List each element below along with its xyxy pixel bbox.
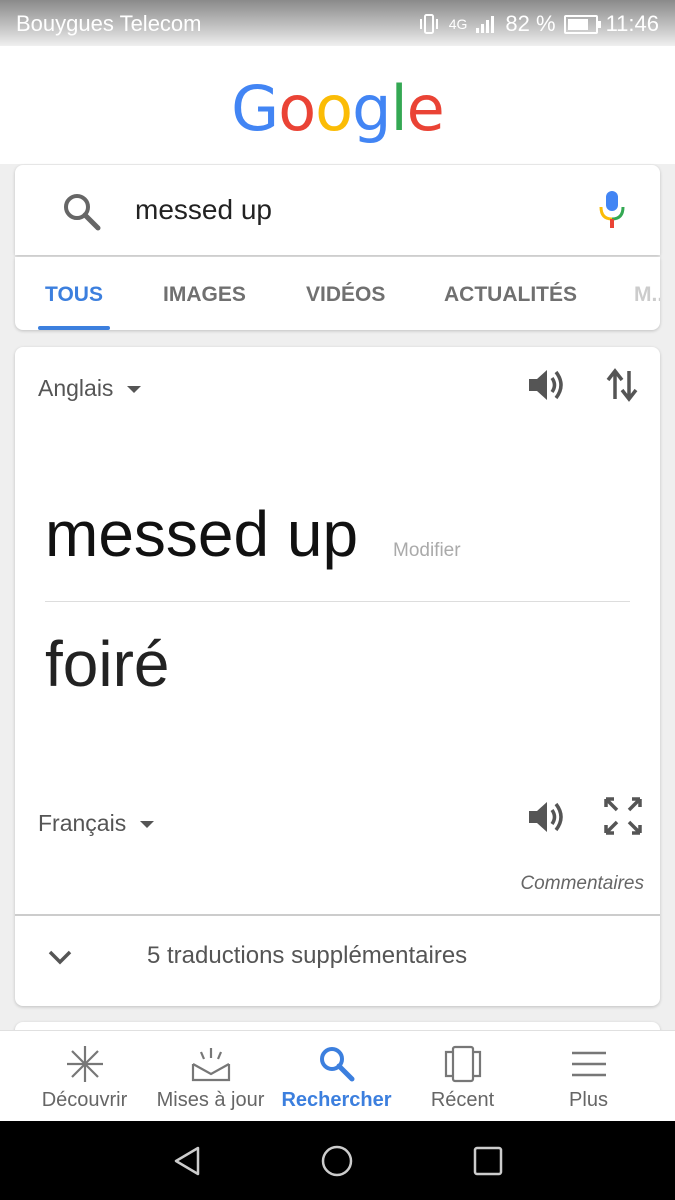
nav-label: Plus	[569, 1089, 608, 1111]
tab-all[interactable]: TOUS	[45, 283, 103, 307]
speaker-icon[interactable]	[525, 797, 569, 837]
nav-more[interactable]: Plus	[521, 1031, 656, 1122]
source-language-label: Anglais	[38, 375, 114, 401]
nav-recent[interactable]: Récent	[395, 1031, 530, 1122]
nav-label: Mises à jour	[156, 1089, 265, 1111]
signal-icon	[476, 16, 495, 33]
logo-letter: g	[352, 72, 391, 145]
status-indicators: 4G 82 % 11:46	[417, 11, 659, 37]
fullscreen-icon[interactable]	[603, 796, 643, 836]
menu-icon	[571, 1051, 606, 1077]
recent-icon	[444, 1045, 481, 1083]
target-language-select[interactable]: Français	[38, 810, 155, 837]
search-tabs: TOUS IMAGES VIDÉOS ACTUALITÉS M...	[15, 257, 660, 330]
recent-apps-icon[interactable]	[470, 1143, 506, 1179]
vibrate-icon	[419, 14, 438, 34]
battery-icon	[563, 14, 601, 34]
sparkle-icon	[66, 1046, 103, 1082]
logo-letter: o	[278, 72, 316, 145]
logo-letter: l	[390, 72, 407, 145]
search-icon[interactable]	[61, 191, 103, 233]
back-icon[interactable]	[170, 1143, 206, 1179]
feedback-link[interactable]: Commentaires	[520, 873, 644, 895]
search-bar[interactable]: messed up	[15, 165, 660, 255]
nav-label: Découvrir	[41, 1089, 128, 1111]
logo-letter: e	[406, 72, 445, 145]
translated-text: foiré	[45, 628, 170, 700]
updates-icon	[191, 1048, 230, 1082]
logo-letter: o	[315, 72, 353, 145]
logo-letter: G	[231, 72, 279, 145]
status-bar: Bouygues Telecom 4G 82 % 11:46	[0, 0, 675, 46]
nav-discover[interactable]: Découvrir	[17, 1031, 152, 1122]
divider	[45, 601, 630, 602]
translate-card: Anglais messed up Modifier foiré Françai…	[15, 347, 660, 1006]
more-translations-label: 5 traductions supplémentaires	[147, 942, 468, 969]
chevron-down-icon	[48, 950, 72, 965]
home-icon[interactable]	[319, 1143, 355, 1179]
target-language-label: Français	[38, 810, 127, 836]
swap-languages-icon[interactable]	[605, 365, 641, 405]
tab-more[interactable]: M...	[634, 283, 660, 307]
tab-videos[interactable]: VIDÉOS	[306, 283, 385, 307]
nav-label: Rechercher	[281, 1089, 392, 1111]
nav-label: Récent	[430, 1089, 495, 1111]
source-text: messed up	[45, 498, 359, 570]
google-logo: Google	[0, 72, 675, 145]
more-translations-row[interactable]: 5 traductions supplémentaires	[15, 916, 660, 1006]
search-icon	[319, 1047, 354, 1082]
nav-search[interactable]: Rechercher	[269, 1031, 404, 1122]
clock: 11:46	[605, 11, 659, 36]
tab-images[interactable]: IMAGES	[163, 283, 246, 307]
modify-link[interactable]: Modifier	[393, 540, 461, 562]
source-language-select[interactable]: Anglais	[38, 375, 142, 402]
tab-news[interactable]: ACTUALITÉS	[444, 283, 577, 307]
active-tab-indicator	[38, 326, 110, 330]
network-type: 4G	[448, 16, 468, 32]
search-input[interactable]: messed up	[135, 194, 272, 226]
bottom-navigation: Découvrir Mises à jour Rechercher Récent…	[0, 1030, 675, 1122]
dropdown-caret-icon	[140, 821, 155, 829]
battery-percent: 82 %	[505, 11, 556, 36]
system-navigation-bar	[0, 1121, 675, 1200]
microphone-icon[interactable]	[597, 189, 627, 231]
dropdown-caret-icon	[127, 386, 142, 394]
nav-updates[interactable]: Mises à jour	[143, 1031, 278, 1122]
carrier-name: Bouygues Telecom	[16, 11, 202, 36]
speaker-icon[interactable]	[525, 365, 569, 405]
